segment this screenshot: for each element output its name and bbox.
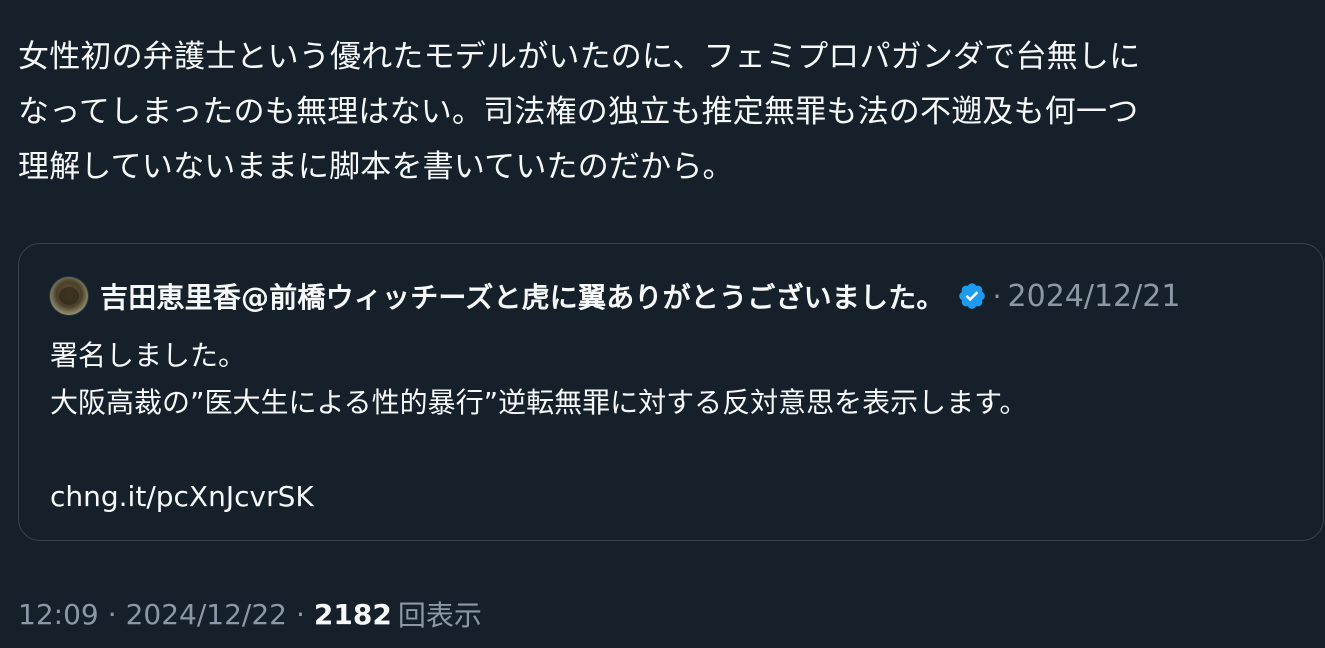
quoted-text-line: 大阪高裁の”医大生による性的暴行”逆転無罪に対する反対意思を表示します。	[50, 386, 1028, 419]
quoted-text-line: 署名しました。	[50, 339, 247, 372]
quoted-tweet-date[interactable]: 2024/12/21	[1008, 279, 1181, 314]
meta-separator: ·	[107, 597, 117, 631]
header-separator: ·	[992, 279, 1002, 313]
tweet-time[interactable]: 12:09	[18, 598, 99, 631]
tweet-text: 女性初の弁護士という優れたモデルがいたのに、フェミプロパガンダで台無しに なってし…	[18, 30, 1313, 195]
view-label[interactable]: 回表示	[398, 594, 482, 634]
quoted-tweet-card[interactable]: 吉田恵里香@前橋ウィッチーズと虎に翼ありがとうございました。 · 2024/12…	[18, 243, 1324, 541]
quoted-tweet-link[interactable]: chng.it/pcXnJcvrSK	[50, 473, 1290, 520]
quoted-text-blank-line	[50, 426, 1290, 473]
tweet-meta: 12:09 · 2024/12/22 · 2182 回表示	[18, 594, 482, 634]
tweet-detail: 女性初の弁護士という優れたモデルがいたのに、フェミプロパガンダで台無しに なってし…	[0, 0, 1325, 648]
meta-separator: ·	[296, 597, 305, 631]
quoted-tweet-body: 署名しました。 大阪高裁の”医大生による性的暴行”逆転無罪に対する反対意思を表示…	[50, 332, 1290, 520]
tweet-date[interactable]: 2024/12/22	[126, 598, 287, 631]
tweet-text-line: なってしまったのも無理はない。司法権の独立も推定無罪も法の不遡及も何一つ	[18, 94, 1139, 130]
view-count[interactable]: 2182	[314, 598, 392, 631]
verified-badge-icon	[958, 283, 985, 309]
tweet-text-line: 理解していないままに脚本を書いていたのだから。	[18, 149, 734, 185]
tweet-text-line: 女性初の弁護士という優れたモデルがいたのに、フェミプロパガンダで台無しに	[18, 39, 1141, 75]
quoted-tweet-header: 吉田恵里香@前橋ウィッチーズと虎に翼ありがとうございました。 · 2024/12…	[50, 274, 1180, 318]
quoted-author-name[interactable]: 吉田恵里香@前橋ウィッチーズと虎に翼ありがとうございました。	[100, 276, 945, 316]
avatar[interactable]	[50, 277, 88, 315]
